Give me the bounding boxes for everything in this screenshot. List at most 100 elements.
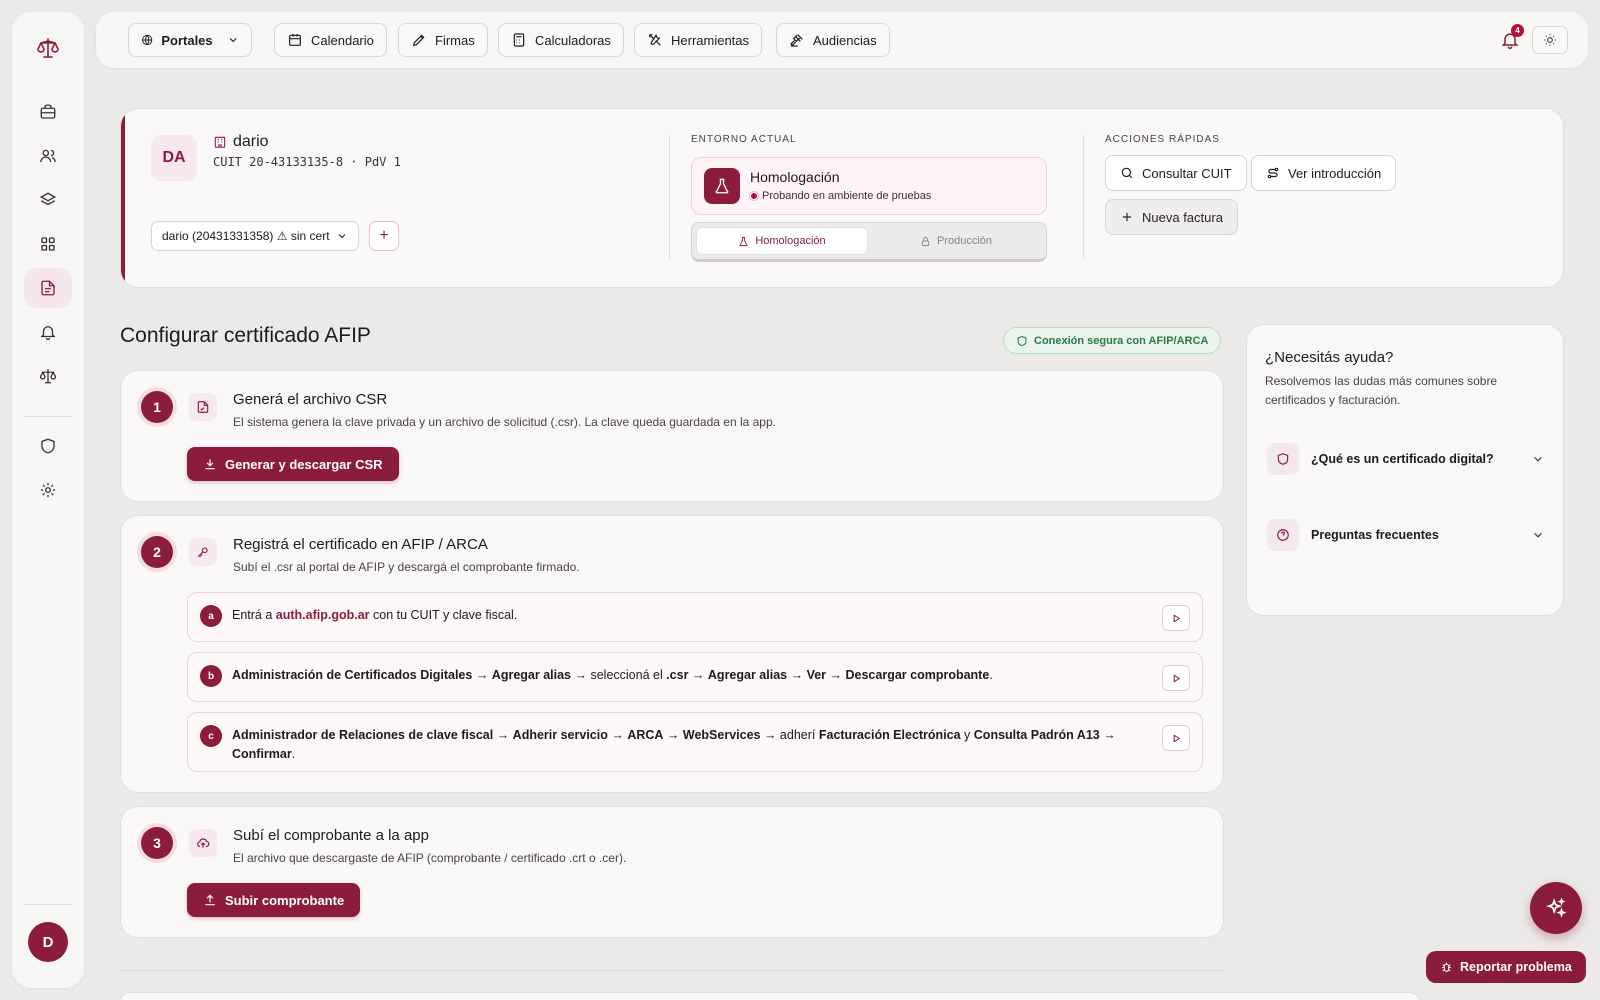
sidebar-item-apps[interactable]: [24, 224, 72, 264]
plus-icon: [1122, 212, 1132, 222]
substep-letter: a: [200, 605, 222, 627]
sidebar-item-cases[interactable]: [24, 92, 72, 132]
consultar-cuit-label: Consultar CUIT: [1142, 165, 1232, 181]
calculadoras-button[interactable]: Calculadoras: [498, 23, 624, 57]
chevron-down-icon: [229, 38, 237, 43]
notification-count-badge: 4: [1511, 24, 1524, 37]
account-selector-value: dario (20431331358) ⚠ sin cert: [162, 229, 330, 243]
play-video-button[interactable]: [1162, 665, 1190, 691]
substep-text: Entrá a auth.afip.gob.ar con tu CUIT y c…: [232, 608, 518, 622]
file-signature-icon: [189, 393, 217, 421]
chevron-down-icon: [1534, 532, 1542, 538]
sidebar-item-clients[interactable]: [24, 136, 72, 176]
play-video-button[interactable]: [1162, 605, 1190, 631]
theme-toggle-button[interactable]: [1532, 26, 1568, 54]
portales-dropdown[interactable]: Portales: [128, 23, 252, 57]
chevron-down-icon: [338, 234, 345, 239]
step-title: Subí el comprobante a la app: [233, 827, 429, 844]
user-cuit: CUIT 20-43133135-8 · PdV 1: [213, 155, 401, 169]
ver-introduccion-button[interactable]: Ver introducción: [1251, 155, 1397, 191]
add-account-button[interactable]: +: [369, 221, 399, 251]
search-icon: [1121, 167, 1133, 179]
topbar: Portales Calendario Firmas Calculadoras …: [96, 12, 1588, 68]
faq-item-preguntas[interactable]: Preguntas frecuentes: [1267, 519, 1545, 551]
calendario-button[interactable]: Calendario: [274, 23, 387, 57]
secure-connection-label: Conexión segura con AFIP/ARCA: [1034, 334, 1209, 347]
header-divider-2: [1083, 135, 1084, 259]
generate-csr-button[interactable]: Generar y descargar CSR: [187, 447, 399, 481]
substep-a: a Entrá a auth.afip.gob.ar con tu CUIT y…: [187, 592, 1203, 642]
step-card-1: 1 Generá el archivo CSR El sistema gener…: [120, 370, 1224, 502]
grid-icon: [41, 237, 55, 251]
help-description: Resolvemos las dudas más comunes sobre c…: [1265, 374, 1498, 407]
substep-text: Administración de Certificados Digitales…: [232, 668, 993, 682]
acciones-label: ACCIONES RÁPIDAS: [1105, 134, 1220, 145]
sidebar-item-invoices[interactable]: [24, 268, 72, 308]
toggle-homologacion-label: Homologación: [755, 235, 826, 247]
calendario-label: Calendario: [311, 32, 374, 48]
user-initials-avatar: DA: [151, 135, 197, 181]
entorno-title: Homologación: [750, 169, 840, 185]
sidebar-item-settings[interactable]: [24, 470, 72, 510]
toggle-produccion[interactable]: Producción: [870, 227, 1042, 255]
faq-item-label: ¿Qué es un certificado digital?: [1311, 452, 1494, 466]
chevron-down-icon: [1534, 456, 1542, 462]
calendar-icon: [289, 34, 301, 46]
firmas-button[interactable]: Firmas: [398, 23, 488, 57]
report-problem-button[interactable]: Reportar problema: [1426, 951, 1586, 983]
account-selector[interactable]: dario (20431331358) ⚠ sin cert: [151, 221, 359, 251]
substep-c: c Administrador de Relaciones de clave f…: [187, 712, 1203, 772]
avatar[interactable]: D: [28, 922, 68, 962]
substep-text: Administrador de Relaciones de clave fis…: [232, 728, 1116, 761]
briefcase-icon: [40, 104, 56, 119]
sidebar-item-legal[interactable]: [24, 356, 72, 396]
calculator-icon: [513, 33, 525, 47]
toggle-homologacion[interactable]: Homologación: [696, 227, 868, 255]
bug-icon: [1442, 962, 1451, 972]
scales-logo-icon[interactable]: [36, 36, 60, 60]
afip-link[interactable]: auth.afip.gob.ar: [276, 608, 370, 622]
pen-icon: [412, 34, 425, 47]
gavel-icon: [790, 34, 803, 47]
sidebar: D: [12, 12, 84, 988]
firmas-label: Firmas: [435, 32, 475, 48]
substep-letter: b: [200, 665, 222, 687]
sidebar-item-security[interactable]: [24, 426, 72, 466]
substep-letter: c: [200, 725, 222, 747]
help-card: ¿Necesitás ayuda? Resolvemos las dudas m…: [1246, 324, 1564, 616]
entorno-subtitle: Probando en ambiente de pruebas: [750, 190, 931, 202]
step-title: Registrá el certificado en AFIP / ARCA: [233, 536, 488, 553]
flask-icon: [739, 236, 748, 246]
upload-comprobante-button[interactable]: Subir comprobante: [187, 883, 361, 917]
flask-icon: [704, 168, 740, 204]
toggle-produccion-label: Producción: [936, 235, 993, 247]
secure-connection-badge: Conexión segura con AFIP/ARCA: [1003, 327, 1222, 354]
entorno-subtitle-text: Probando en ambiente de pruebas: [762, 190, 932, 202]
route-icon: [1267, 167, 1279, 179]
scales-icon: [39, 369, 57, 384]
header-divider: [669, 135, 670, 259]
entorno-current-box: Homologación Probando en ambiente de pru…: [691, 157, 1047, 215]
page-title: Configurar certificado AFIP: [120, 324, 371, 347]
user-name: dario: [213, 133, 269, 151]
play-video-button[interactable]: [1162, 725, 1190, 751]
globe-icon: [142, 34, 153, 46]
cloud-upload-icon: [189, 829, 217, 857]
consultar-cuit-button[interactable]: Consultar CUIT: [1105, 155, 1247, 191]
users-icon: [40, 149, 56, 163]
sun-icon: [1544, 34, 1556, 46]
herramientas-button[interactable]: Herramientas: [634, 23, 763, 57]
sidebar-item-layers[interactable]: [24, 180, 72, 220]
ai-assistant-button[interactable]: [1530, 882, 1582, 934]
bell-icon: [40, 326, 56, 341]
audiencias-button[interactable]: Audiencias: [776, 23, 890, 57]
nueva-factura-button[interactable]: Nueva factura: [1105, 199, 1238, 235]
sparkles-icon: [1546, 897, 1567, 918]
sidebar-item-alerts[interactable]: [24, 312, 72, 352]
lock-icon: [921, 236, 930, 246]
faq-item-certificado[interactable]: ¿Qué es un certificado digital?: [1267, 443, 1545, 475]
play-icon: [1173, 733, 1180, 743]
step-number: 1: [141, 391, 173, 423]
faq-item-label: Preguntas frecuentes: [1311, 528, 1439, 542]
step-number: 2: [141, 536, 173, 568]
